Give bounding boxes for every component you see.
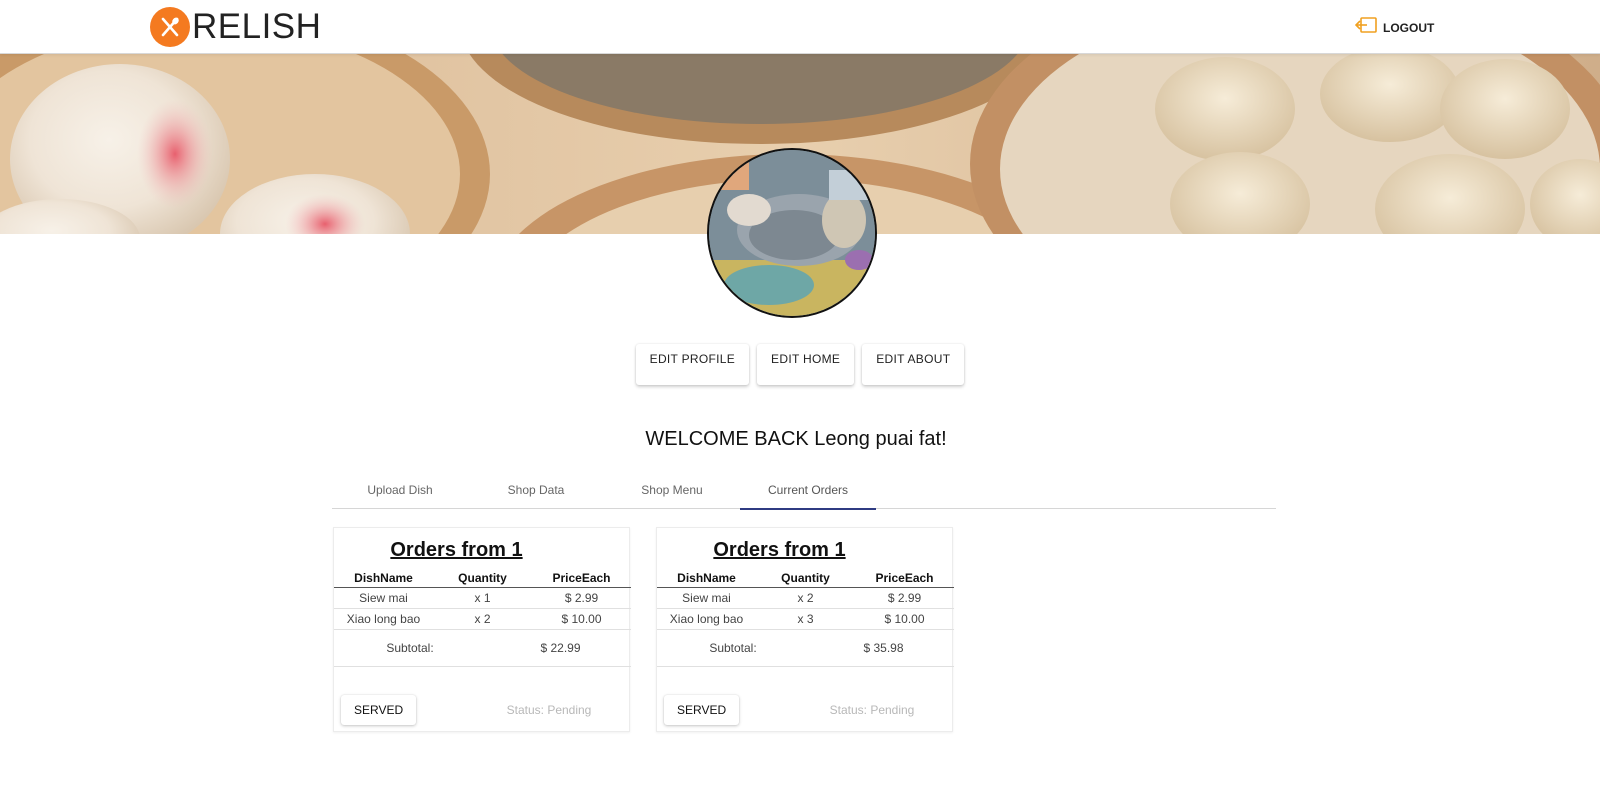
order-title: Orders from 1 bbox=[713, 539, 846, 561]
order-table: DishName Quantity PriceEach Siew mai x 1… bbox=[334, 568, 631, 667]
status-text: Status: Pending bbox=[506, 703, 592, 717]
subtotal-value: $ 35.98 bbox=[863, 641, 904, 655]
order-card: Orders from 1 DishName Quantity PriceEac… bbox=[333, 527, 631, 732]
column-header: Quantity bbox=[781, 571, 830, 585]
order-table-header: DishName Quantity PriceEach bbox=[334, 568, 631, 588]
table-row: Siew mai x 1 $ 2.99 bbox=[334, 588, 631, 609]
logout-button[interactable]: LOGOUT bbox=[1354, 16, 1435, 39]
brand-logo-link[interactable]: RELISH bbox=[150, 7, 321, 47]
table-row: Xiao long bao x 3 $ 10.00 bbox=[657, 609, 954, 630]
order-footer: SERVED Status: Pending bbox=[664, 695, 947, 725]
column-header: DishName bbox=[354, 571, 413, 585]
top-nav: RELISH LOGOUT bbox=[0, 0, 1600, 54]
order-card: Orders from 1 DishName Quantity PriceEac… bbox=[656, 527, 954, 732]
order-footer: SERVED Status: Pending bbox=[341, 695, 624, 725]
subtotal-value: $ 22.99 bbox=[540, 641, 581, 655]
logout-label: LOGOUT bbox=[1383, 20, 1435, 35]
tab-bar: Upload Dish Shop Data Shop Menu Current … bbox=[332, 471, 1276, 510]
tab-shop-data[interactable]: Shop Data bbox=[468, 471, 604, 509]
column-header: Quantity bbox=[458, 571, 507, 585]
tab-upload-dish[interactable]: Upload Dish bbox=[332, 471, 468, 509]
fork-knife-icon bbox=[150, 7, 190, 47]
dish-price: $ 2.99 bbox=[887, 591, 922, 605]
orders-list: Orders from 1 DishName Quantity PriceEac… bbox=[333, 527, 954, 732]
dish-quantity: x 3 bbox=[797, 612, 814, 626]
subtotal-row: Subtotal: $ 35.98 bbox=[657, 630, 954, 667]
order-title: Orders from 1 bbox=[390, 539, 523, 561]
dish-price: $ 10.00 bbox=[561, 612, 602, 626]
edit-button-group: EDIT PROFILE EDIT HOME EDIT ABOUT bbox=[0, 344, 1600, 385]
served-button[interactable]: SERVED bbox=[664, 695, 740, 725]
brand-name: RELISH bbox=[192, 7, 322, 46]
subtotal-row: Subtotal: $ 22.99 bbox=[334, 630, 631, 667]
subtotal-label: Subtotal: bbox=[386, 641, 434, 655]
dish-quantity: x 2 bbox=[474, 612, 491, 626]
profile-avatar bbox=[707, 148, 877, 318]
tab-shop-menu[interactable]: Shop Menu bbox=[604, 471, 740, 509]
dish-name: Siew mai bbox=[682, 591, 731, 605]
dish-quantity: x 1 bbox=[474, 591, 491, 605]
table-row: Xiao long bao x 2 $ 10.00 bbox=[334, 609, 631, 630]
welcome-message: WELCOME BACK Leong puai fat! bbox=[645, 428, 947, 450]
order-table: DishName Quantity PriceEach Siew mai x 2… bbox=[657, 568, 954, 667]
edit-profile-button[interactable]: EDIT PROFILE bbox=[635, 344, 750, 385]
dish-price: $ 10.00 bbox=[884, 612, 925, 626]
column-header: PriceEach bbox=[875, 571, 934, 585]
status-text: Status: Pending bbox=[829, 703, 915, 717]
column-header: DishName bbox=[677, 571, 736, 585]
order-table-header: DishName Quantity PriceEach bbox=[657, 568, 954, 588]
table-row: Siew mai x 2 $ 2.99 bbox=[657, 588, 954, 609]
edit-home-button[interactable]: EDIT HOME bbox=[757, 344, 855, 385]
tab-current-orders[interactable]: Current Orders bbox=[740, 471, 876, 510]
served-button[interactable]: SERVED bbox=[341, 695, 417, 725]
dish-quantity: x 2 bbox=[797, 591, 814, 605]
column-header: PriceEach bbox=[552, 571, 611, 585]
dish-name: Siew mai bbox=[359, 591, 408, 605]
logout-icon bbox=[1354, 16, 1379, 39]
subtotal-label: Subtotal: bbox=[709, 641, 757, 655]
dish-name: Xiao long bao bbox=[346, 612, 421, 626]
edit-about-button[interactable]: EDIT ABOUT bbox=[862, 344, 965, 385]
dish-name: Xiao long bao bbox=[669, 612, 744, 626]
dish-price: $ 2.99 bbox=[564, 591, 599, 605]
